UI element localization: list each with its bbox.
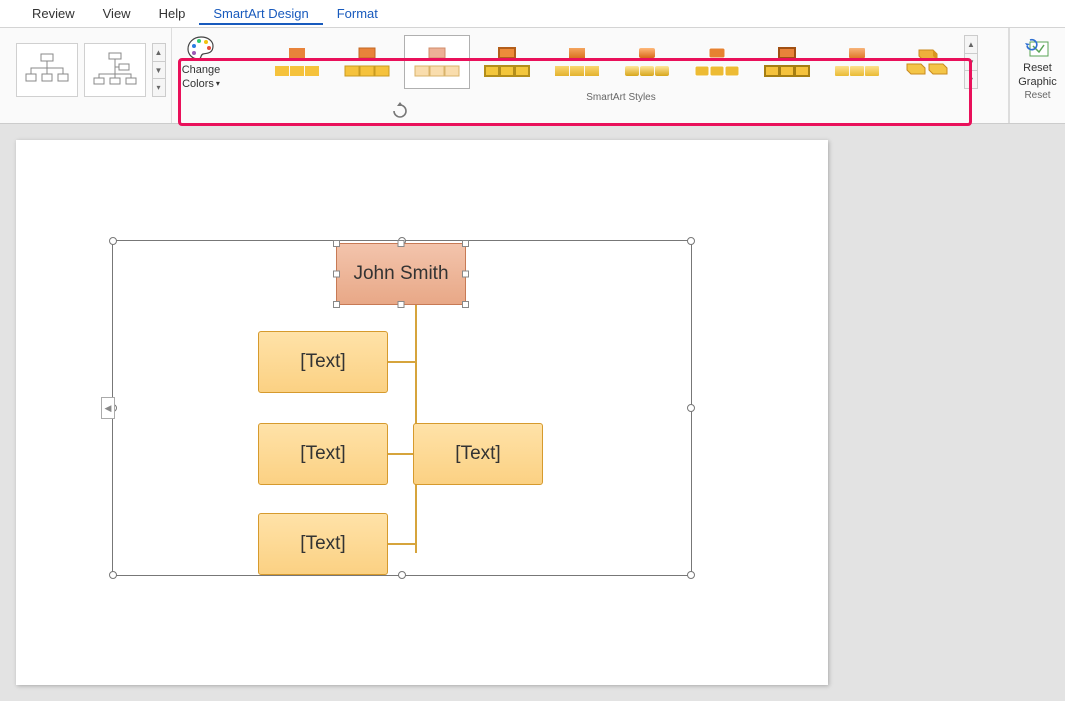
palette-icon bbox=[186, 34, 216, 62]
tab-format[interactable]: Format bbox=[323, 2, 392, 25]
style-thumb-icon bbox=[691, 44, 743, 80]
style-thumb-3d-icon bbox=[901, 44, 953, 80]
change-colors-label-2: Colors bbox=[182, 78, 214, 90]
text-pane-toggle[interactable]: ◀ bbox=[101, 397, 115, 419]
resize-handle[interactable] bbox=[687, 571, 695, 579]
shape-handle[interactable] bbox=[333, 271, 340, 278]
reset-group-label: Reset bbox=[1014, 88, 1061, 104]
shape-text: [Text] bbox=[300, 351, 345, 373]
resize-handle[interactable] bbox=[109, 237, 117, 245]
shape-handle[interactable] bbox=[398, 240, 405, 247]
styles-scroll-up[interactable]: ▲ bbox=[965, 36, 977, 54]
style-thumb-icon bbox=[341, 44, 393, 80]
tab-review[interactable]: Review bbox=[18, 2, 89, 25]
change-colors-label-1: Change bbox=[182, 64, 221, 76]
tab-smartart-design[interactable]: SmartArt Design bbox=[199, 2, 322, 25]
layout-option-1[interactable] bbox=[16, 43, 78, 97]
style-thumb-icon bbox=[621, 44, 673, 80]
reset-label-1: Reset bbox=[1023, 62, 1052, 74]
style-option-10[interactable] bbox=[894, 35, 960, 89]
shape-handle[interactable] bbox=[462, 240, 469, 247]
change-colors-button[interactable]: Change Colors ▾ bbox=[182, 34, 221, 90]
connector-line bbox=[383, 543, 417, 545]
style-thumb-icon bbox=[481, 44, 533, 80]
layouts-more[interactable]: ▾ bbox=[153, 79, 165, 96]
document-page[interactable]: ◀ John Smith [Text] bbox=[16, 140, 828, 685]
orgchart-shape[interactable]: [Text] bbox=[258, 331, 388, 393]
shape-handle[interactable] bbox=[333, 301, 340, 308]
style-option-7[interactable] bbox=[684, 35, 750, 89]
style-option-3-selected[interactable] bbox=[404, 35, 470, 89]
styles-scroll-down[interactable]: ▼ bbox=[965, 54, 977, 72]
layouts-scroll-up[interactable]: ▲ bbox=[153, 44, 165, 62]
ribbon: ▲ ▼ ▾ Change Colors ▾ bbox=[0, 28, 1065, 124]
orgchart-shape[interactable]: [Text] bbox=[413, 423, 543, 485]
connector-line bbox=[383, 361, 417, 363]
styles-group-label: SmartArt Styles bbox=[238, 90, 1004, 106]
style-option-6[interactable] bbox=[614, 35, 680, 89]
resize-handle[interactable] bbox=[687, 237, 695, 245]
layouts-spinner: ▲ ▼ ▾ bbox=[152, 43, 166, 97]
style-thumb-icon bbox=[411, 44, 463, 80]
style-thumb-icon bbox=[271, 44, 323, 80]
shape-text: [Text] bbox=[300, 533, 345, 555]
style-thumb-icon bbox=[831, 44, 883, 80]
style-option-9[interactable] bbox=[824, 35, 890, 89]
tabs-bar: Review View Help SmartArt Design Format bbox=[0, 0, 1065, 28]
shape-handle[interactable] bbox=[333, 240, 340, 247]
hierarchy-icon bbox=[24, 52, 70, 88]
style-option-5[interactable] bbox=[544, 35, 610, 89]
layouts-group: ▲ ▼ ▾ bbox=[0, 28, 172, 123]
shape-text: [Text] bbox=[300, 443, 345, 465]
rotate-handle-icon[interactable] bbox=[391, 102, 409, 120]
shape-handle[interactable] bbox=[398, 301, 405, 308]
orgchart-shape-top[interactable]: John Smith bbox=[336, 243, 466, 305]
style-option-8[interactable] bbox=[754, 35, 820, 89]
reset-label-2: Graphic bbox=[1018, 76, 1057, 88]
shape-text: [Text] bbox=[455, 443, 500, 465]
hierarchy-assistant-icon bbox=[92, 52, 138, 88]
resize-handle[interactable] bbox=[687, 404, 695, 412]
change-colors-group: Change Colors ▾ bbox=[172, 28, 230, 123]
reset-graphic-icon bbox=[1024, 34, 1052, 60]
orgchart-shape[interactable]: [Text] bbox=[258, 513, 388, 575]
layout-option-2[interactable] bbox=[84, 43, 146, 97]
resize-handle[interactable] bbox=[398, 571, 406, 579]
connector-line bbox=[383, 453, 417, 455]
orgchart-shape[interactable]: [Text] bbox=[258, 423, 388, 485]
tab-view[interactable]: View bbox=[89, 2, 145, 25]
style-option-4[interactable] bbox=[474, 35, 540, 89]
layouts-scroll-down[interactable]: ▼ bbox=[153, 62, 165, 80]
shape-handle[interactable] bbox=[462, 301, 469, 308]
style-option-2[interactable] bbox=[334, 35, 400, 89]
document-area: ◀ John Smith [Text] bbox=[0, 124, 1065, 701]
style-option-1[interactable] bbox=[264, 35, 330, 89]
resize-handle[interactable] bbox=[109, 571, 117, 579]
chevron-down-icon: ▾ bbox=[216, 78, 220, 90]
shape-handle[interactable] bbox=[462, 271, 469, 278]
reset-graphic-button[interactable]: Reset Graphic bbox=[1018, 34, 1057, 88]
style-thumb-icon bbox=[761, 44, 813, 80]
styles-spinner: ▲ ▼ ▾ bbox=[964, 35, 978, 89]
smartart-styles-group: ▲ ▼ ▾ SmartArt Styles bbox=[230, 28, 1009, 123]
styles-more[interactable]: ▾ bbox=[965, 71, 977, 88]
tab-help[interactable]: Help bbox=[145, 2, 200, 25]
shape-text: John Smith bbox=[353, 263, 448, 285]
style-thumb-icon bbox=[551, 44, 603, 80]
reset-group: Reset Graphic Reset bbox=[1009, 28, 1065, 123]
smartart-frame[interactable]: ◀ John Smith [Text] bbox=[112, 240, 692, 576]
